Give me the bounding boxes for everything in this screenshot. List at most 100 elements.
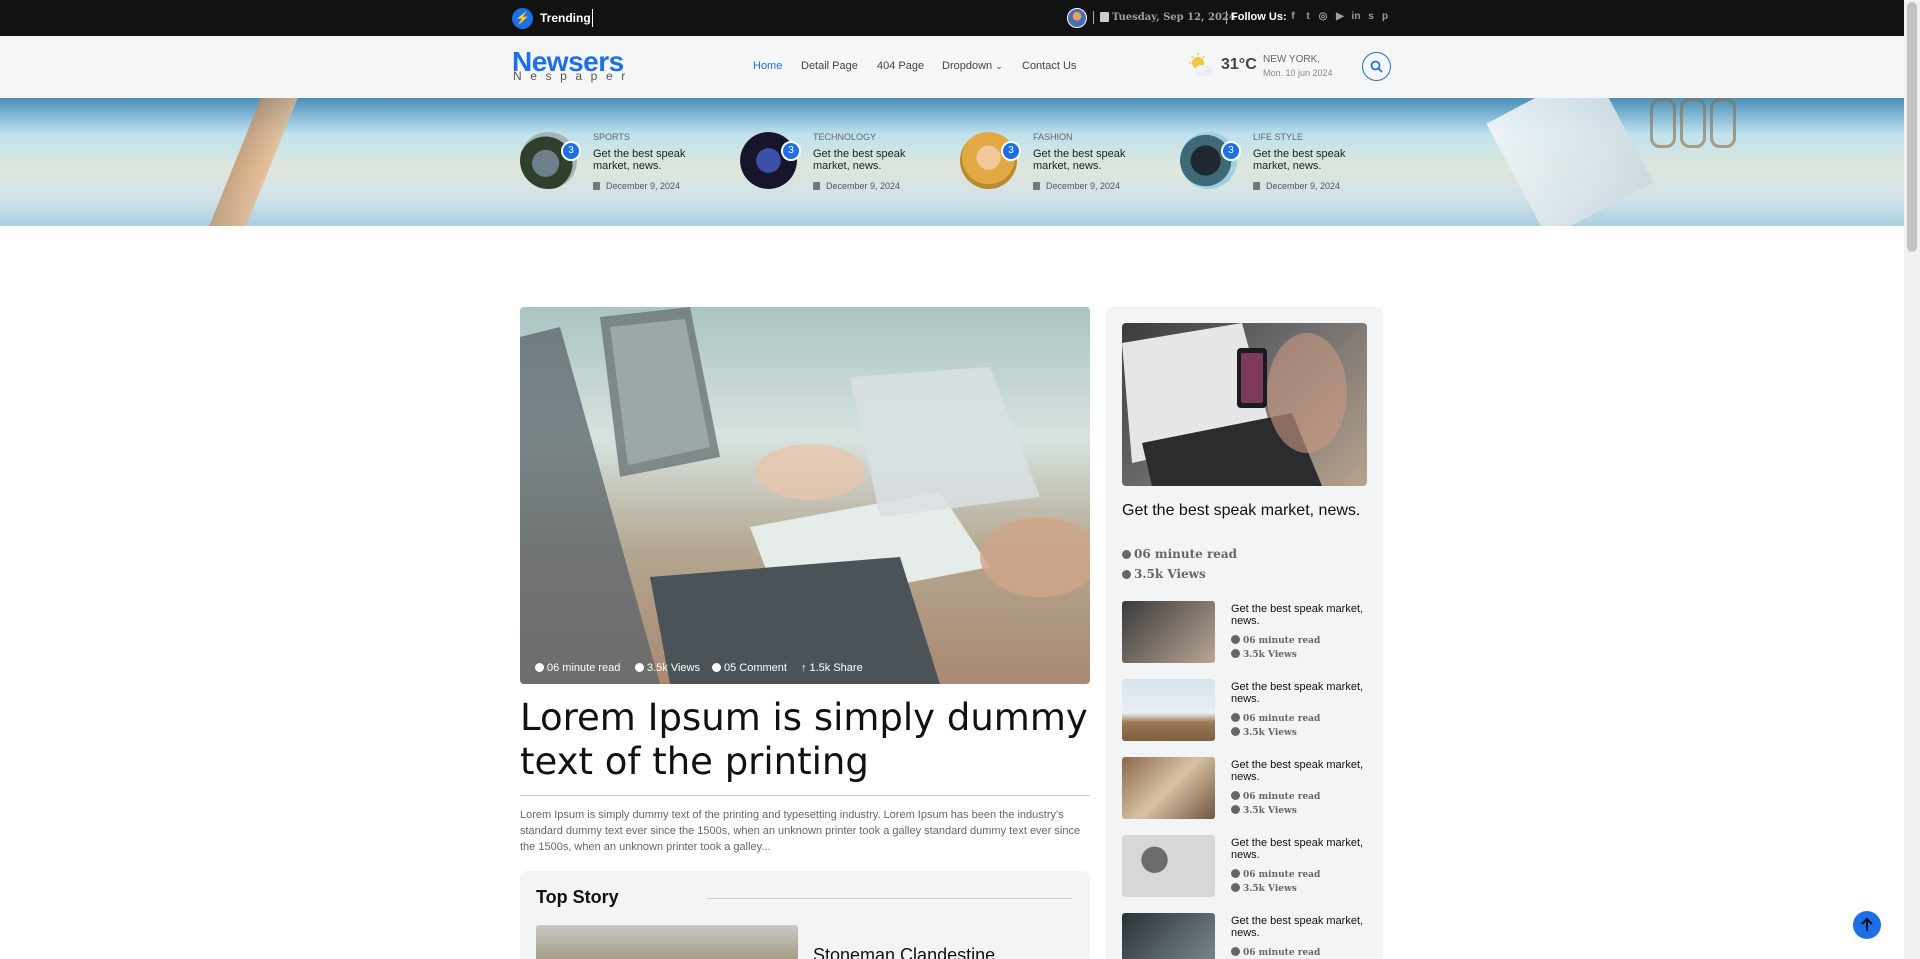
featured-title[interactable]: Lorem Ipsum is simply dummy text of the … <box>520 696 1090 784</box>
eye-icon <box>1122 570 1131 579</box>
eye-icon <box>1231 727 1240 736</box>
sidebar-item-views: 3.5k Views <box>1231 883 1297 894</box>
comments-text: 05 Comment <box>724 662 787 674</box>
views-text: 3.5k Views <box>1243 806 1297 816</box>
calendar-icon <box>813 182 820 190</box>
calendar-icon <box>593 182 600 190</box>
card-date: December 9, 2024 <box>606 181 681 191</box>
divider <box>1226 11 1227 24</box>
partly-cloudy-icon <box>1189 53 1213 76</box>
sidebar-main-views: 3.5k Views <box>1122 567 1206 581</box>
chevron-down-icon: ⌄ <box>995 61 1003 71</box>
nav-home[interactable]: Home <box>753 60 782 72</box>
featured-shares[interactable]: ↑ 1.5k Share <box>801 662 863 674</box>
lightning-icon: ⚡ <box>512 8 533 29</box>
sidebar-item-read-time: 06 minute read <box>1231 791 1320 802</box>
nav-contact-us[interactable]: Contact Us <box>1022 60 1076 72</box>
card-category[interactable]: LIFE STYLE <box>1253 132 1303 142</box>
featured-read-time: 06 minute read <box>535 662 620 674</box>
instagram-icon[interactable]: ◎ <box>1317 11 1329 22</box>
sidebar-item-title[interactable]: Get the best speak market, news. <box>1231 681 1371 705</box>
youtube-icon[interactable]: ▶ <box>1334 11 1346 22</box>
read-time-text: 06 minute read <box>1243 792 1321 802</box>
trending-label: Trending <box>540 11 591 25</box>
nav-dropdown-label: Dropdown <box>942 60 993 72</box>
sidebar-item-read-time: 06 minute read <box>1231 635 1320 646</box>
card-title[interactable]: Get the best speak market, news. <box>1033 148 1143 172</box>
sidebar-item-title[interactable]: Get the best speak market, news. <box>1231 837 1371 861</box>
sidebar-item-title[interactable]: Get the best speak market, news. <box>1231 915 1371 939</box>
card-category[interactable]: FASHION <box>1033 132 1073 142</box>
count-badge: 3 <box>1001 141 1021 161</box>
sidebar-item-read-time: 06 minute read <box>1231 869 1320 880</box>
card-category[interactable]: SPORTS <box>593 132 630 142</box>
featured-excerpt: Lorem Ipsum is simply dummy text of the … <box>520 809 1081 853</box>
sidebar-item-image[interactable] <box>1122 757 1215 819</box>
sidebar-item-image[interactable] <box>1122 913 1215 959</box>
card-title[interactable]: Get the best speak market, news. <box>813 148 923 172</box>
sidebar-item-image[interactable] <box>1122 601 1215 663</box>
nav-dropdown[interactable]: Dropdown ⌄ <box>942 60 1003 72</box>
sidebar-main-title[interactable]: Get the best speak market, news. <box>1122 501 1367 520</box>
nav-detail-page[interactable]: Detail Page <box>801 60 858 72</box>
calendar-icon <box>1100 12 1109 22</box>
clock-icon <box>1122 550 1131 559</box>
calendar-icon <box>1253 182 1260 190</box>
banner-pencil-decoration <box>193 98 301 226</box>
sidebar-item-views: 3.5k Views <box>1231 727 1297 738</box>
card-category[interactable]: TECHNOLOGY <box>813 132 876 142</box>
top-story-title[interactable]: Stoneman Clandestine <box>813 945 995 959</box>
card-title[interactable]: Get the best speak market, news. <box>1253 148 1363 172</box>
eye-icon <box>1231 805 1240 814</box>
banner-clip-decoration <box>1650 98 1676 148</box>
comment-icon <box>712 663 721 672</box>
clock-icon <box>1231 635 1240 644</box>
read-time-text: 06 minute read <box>1243 870 1321 880</box>
calendar-icon <box>1033 182 1040 190</box>
pinterest-icon[interactable]: p <box>1379 11 1391 22</box>
site-logo-subtitle: Nespaper <box>513 69 634 83</box>
weather-date: Mon. 10 jun 2024 <box>1263 68 1333 78</box>
sidebar-item-title[interactable]: Get the best speak market, news. <box>1231 603 1371 627</box>
read-time-text: 06 minute read <box>1243 714 1321 724</box>
views-text: 3.5k Views <box>1243 650 1297 660</box>
card-date: December 9, 2024 <box>1046 181 1121 191</box>
page-scrollbar-thumb[interactable] <box>1907 2 1917 252</box>
share-icon: ↑ <box>801 662 807 674</box>
top-bar: ⚡ Trending Tuesday, Sep 12, 2024 Follow … <box>0 0 1904 36</box>
main-header: Newsers Nespaper Home Detail Page 404 Pa… <box>0 36 1904 98</box>
count-badge: 3 <box>781 141 801 161</box>
avatar[interactable] <box>1067 8 1087 28</box>
back-to-top-button[interactable] <box>1853 911 1881 939</box>
nav-404-page[interactable]: 404 Page <box>877 60 924 72</box>
search-button[interactable] <box>1362 52 1391 81</box>
read-time-text: 06 minute read <box>1134 547 1238 561</box>
clock-icon <box>535 663 544 672</box>
count-badge: 3 <box>561 141 581 161</box>
sidebar-item-read-time: 06 minute read <box>1231 947 1320 958</box>
top-story-image[interactable] <box>536 925 798 959</box>
temperature: 31°C <box>1221 56 1257 73</box>
card-title[interactable]: Get the best speak market, news. <box>593 148 703 172</box>
banner-eraser-decoration <box>1486 98 1654 226</box>
follow-us-label: Follow Us: <box>1231 11 1287 23</box>
sidebar-main-image[interactable] <box>1122 323 1367 486</box>
featured-image[interactable] <box>520 307 1090 684</box>
sidebar-item-title[interactable]: Get the best speak market, news. <box>1231 759 1371 783</box>
featured-comments[interactable]: 05 Comment <box>712 662 787 674</box>
trending-banner: 3 SPORTS Get the best speak market, news… <box>0 98 1904 226</box>
sidebar-item-read-time: 06 minute read <box>1231 713 1320 724</box>
read-time-text: 06 minute read <box>1243 636 1321 646</box>
eye-icon <box>635 663 644 672</box>
facebook-icon[interactable]: f <box>1287 11 1299 22</box>
twitter-icon[interactable]: t <box>1302 11 1314 22</box>
top-story-section: Top Story Stoneman Clandestine <box>520 871 1090 959</box>
search-icon <box>1370 60 1383 73</box>
views-text: 3.5k Views <box>1134 567 1206 581</box>
divider <box>520 795 1090 796</box>
sidebar-item-image[interactable] <box>1122 835 1215 897</box>
read-time-text: 06 minute read <box>547 662 621 674</box>
linkedin-icon[interactable]: in <box>1350 11 1362 22</box>
sidebar-item-image[interactable] <box>1122 679 1215 741</box>
skype-icon[interactable]: s <box>1365 11 1377 22</box>
